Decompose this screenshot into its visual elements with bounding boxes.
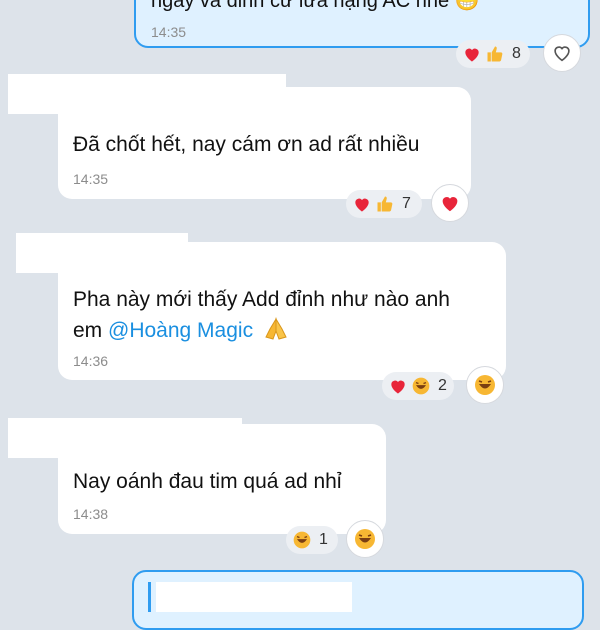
heart-icon [465, 48, 479, 62]
reaction-count: 1 [319, 531, 328, 548]
message-text: Nay oánh đau tim quá ad nhỉ [73, 470, 342, 493]
reaction-count: 7 [402, 195, 411, 212]
message-text-line1: Pha này mới thấy Add đỉnh như nào anh [73, 288, 450, 311]
message-time: 14:35 [151, 24, 187, 40]
message-bubble[interactable]: Đã chốt hết, nay cám ơn ad rất nhiều 14:… [58, 87, 471, 199]
praying-hands-icon [265, 317, 287, 340]
message-time: 14:38 [73, 506, 109, 522]
laughing-face-icon [293, 531, 311, 549]
heart-outline-icon [554, 46, 570, 62]
react-button[interactable] [431, 184, 469, 222]
message-time: 14:35 [73, 171, 109, 187]
quoted-reply-bar [148, 582, 151, 612]
react-button[interactable] [346, 520, 384, 558]
message-bubble-own[interactable] [132, 570, 584, 630]
reaction-summary[interactable]: 7 [346, 190, 422, 218]
laughing-face-icon [475, 375, 495, 395]
mention-link[interactable]: @Hoàng Magic [108, 319, 253, 342]
quoted-reply-content [156, 582, 352, 612]
thumbs-up-icon [487, 46, 503, 62]
laughing-face-icon [412, 377, 430, 395]
message-text-prefix: em [73, 319, 109, 342]
message-bubble[interactable]: Nay oánh đau tim quá ad nhỉ 14:38 [58, 424, 386, 534]
reaction-count: 8 [512, 45, 521, 62]
reaction-summary[interactable]: 2 [382, 372, 454, 400]
message-text: Đã chốt hết, nay cám ơn ad rất nhiều [73, 133, 420, 156]
heart-icon [355, 198, 369, 212]
message-bubble[interactable]: Pha này mới thấy Add đỉnh như nào anh em… [58, 242, 506, 380]
reaction-count: 2 [438, 377, 447, 394]
reaction-summary[interactable]: 1 [286, 526, 338, 554]
thumbs-up-icon [377, 196, 393, 212]
heart-icon [442, 197, 458, 212]
message-time: 14:36 [73, 353, 109, 369]
reaction-summary[interactable]: 8 [456, 40, 530, 68]
react-button[interactable] [543, 34, 581, 72]
laughing-face-icon [355, 529, 375, 549]
heart-icon [391, 380, 405, 394]
react-button[interactable] [466, 366, 504, 404]
message-text: ngày và đỉnh cư lừa hạng AC nhé 😁 [151, 0, 480, 12]
message-text-line2: em @Hoàng Magic [73, 315, 289, 346]
